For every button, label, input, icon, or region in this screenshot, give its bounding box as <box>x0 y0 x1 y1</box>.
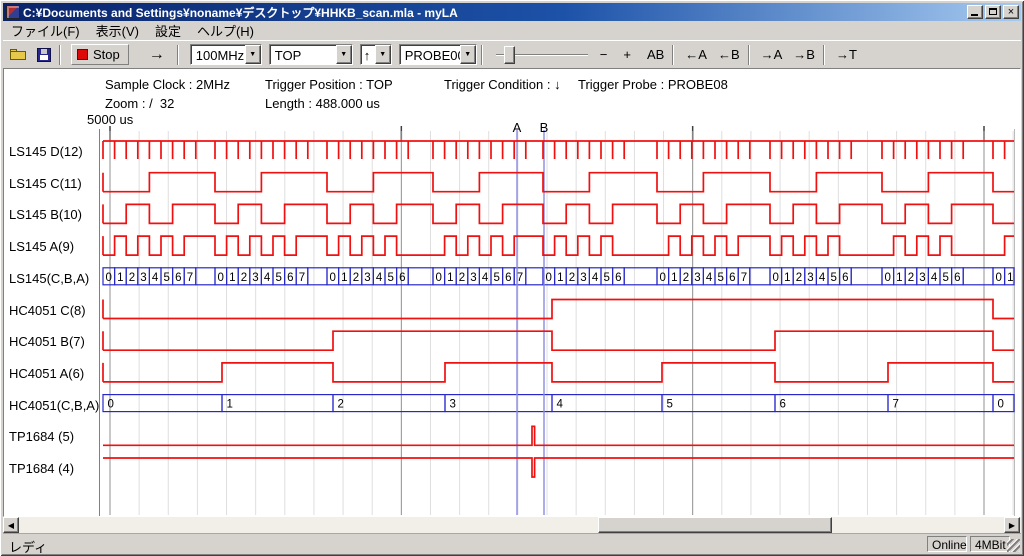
sample-clock-combo[interactable]: 100MHz ▼ <box>190 44 262 65</box>
statusbar: レディ Online 4MBit <box>3 533 1021 553</box>
stop-label: Stop <box>93 47 120 62</box>
stop-icon <box>77 49 88 60</box>
set-cursor-a-button[interactable]: →A <box>757 46 787 63</box>
horizontal-scrollbar[interactable]: ◀ ▶ <box>3 517 1021 533</box>
toolbar-separator <box>672 45 674 65</box>
chevron-down-icon[interactable]: ▼ <box>460 45 476 64</box>
scroll-left-button[interactable]: ◀ <box>3 517 19 533</box>
probe-value: PROBE00 <box>400 45 460 64</box>
slider-thumb[interactable] <box>504 46 515 64</box>
menu-help[interactable]: ヘルプ(H) <box>189 20 262 42</box>
goto-cursor-b-button[interactable]: ←B <box>714 46 744 63</box>
zoom-in-button[interactable]: + <box>619 46 635 63</box>
status-ready-text: レディ <box>9 537 47 556</box>
toolbar-separator <box>748 45 750 65</box>
trigger-edge-value: ↑ <box>361 45 375 64</box>
close-icon: × <box>1008 7 1014 17</box>
maximize-button[interactable] <box>985 5 1001 19</box>
run-button[interactable]: → <box>141 46 173 64</box>
status-memory-badge: 4MBit <box>970 536 1010 552</box>
chevron-down-icon[interactable]: ▼ <box>336 45 352 64</box>
toolbar-separator <box>177 45 179 65</box>
resize-grip[interactable] <box>1007 539 1020 552</box>
app-icon <box>6 5 20 19</box>
menu-file[interactable]: ファイル(F) <box>3 20 88 42</box>
ab-button[interactable]: AB <box>643 46 668 63</box>
minimize-icon <box>971 14 978 16</box>
set-cursor-b-button[interactable]: →B <box>789 46 819 63</box>
minimize-button[interactable] <box>967 5 983 19</box>
scroll-right-button[interactable]: ▶ <box>1004 517 1020 533</box>
maximize-icon <box>989 8 997 15</box>
chevron-down-icon[interactable]: ▼ <box>375 45 391 64</box>
sample-clock-value: 100MHz <box>191 45 245 64</box>
scroll-left-icon: ◀ <box>8 521 14 530</box>
trigger-position-combo[interactable]: TOP ▼ <box>269 44 353 65</box>
menu-settings[interactable]: 設定 <box>147 20 189 42</box>
close-button[interactable]: × <box>1003 5 1019 19</box>
scroll-right-icon: ▶ <box>1009 521 1015 530</box>
titlebar[interactable]: C:¥Documents and Settings¥noname¥デスクトップ¥… <box>3 3 1021 21</box>
trigger-position-value: TOP <box>270 45 336 64</box>
menu-view[interactable]: 表示(V) <box>88 20 147 42</box>
zoom-slider[interactable] <box>496 45 588 65</box>
stop-button[interactable]: Stop <box>71 44 129 65</box>
open-button[interactable] <box>9 46 29 64</box>
goto-cursor-a-button[interactable]: ←A <box>681 46 711 63</box>
zoom-out-button[interactable]: − <box>596 46 612 63</box>
save-button[interactable] <box>35 46 55 64</box>
toolbar: Stop → 100MHz ▼ TOP ▼ ↑ ▼ PROBE00 ▼ − + … <box>3 40 1021 68</box>
trigger-edge-combo[interactable]: ↑ ▼ <box>360 44 392 65</box>
status-online-badge: Online <box>927 536 967 552</box>
toolbar-separator <box>823 45 825 65</box>
window-title: C:¥Documents and Settings¥noname¥デスクトップ¥… <box>23 4 965 21</box>
app-window: C:¥Documents and Settings¥noname¥デスクトップ¥… <box>0 0 1024 556</box>
chevron-down-icon[interactable]: ▼ <box>245 45 261 64</box>
probe-combo[interactable]: PROBE00 ▼ <box>399 44 477 65</box>
waveform-client-area <box>3 68 1021 517</box>
goto-trigger-button[interactable]: →T <box>832 46 861 63</box>
toolbar-separator <box>481 45 483 65</box>
toolbar-separator <box>59 45 61 65</box>
save-floppy-icon <box>37 48 51 62</box>
menubar: ファイル(F) 表示(V) 設定 ヘルプ(H) <box>3 21 1021 40</box>
scrollbar-thumb[interactable] <box>598 517 832 533</box>
